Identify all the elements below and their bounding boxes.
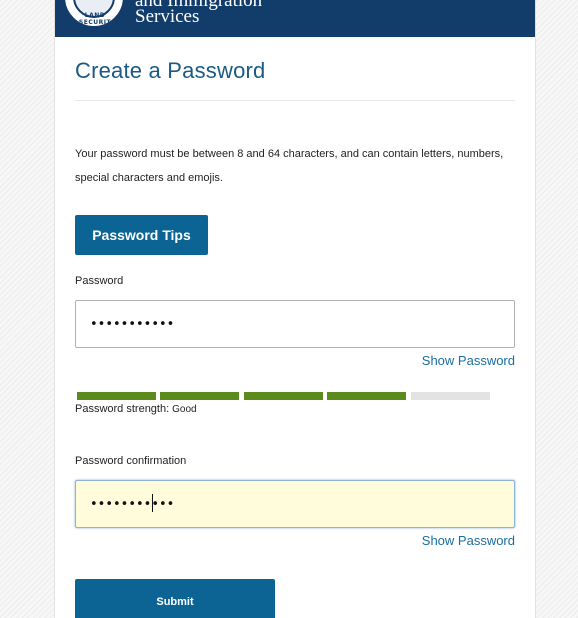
- seal-text: LAND SECURIT: [78, 12, 112, 26]
- strength-segment-2: [160, 392, 239, 400]
- submit-button[interactable]: Submit: [75, 579, 275, 618]
- password-input[interactable]: [75, 300, 515, 348]
- page-title: Create a Password: [75, 58, 266, 83]
- show-password-link[interactable]: Show Password: [422, 353, 515, 368]
- agency-header-banner: LAND SECURIT and Immigration Services: [55, 0, 535, 37]
- dhs-seal-icon: LAND SECURIT: [63, 0, 125, 28]
- password-confirmation-label: Password confirmation: [75, 455, 187, 467]
- password-confirmation-input[interactable]: [75, 480, 515, 528]
- strength-segment-3: [244, 392, 323, 400]
- strength-value: Good: [172, 404, 197, 415]
- password-label: Password: [75, 275, 124, 287]
- title-divider: [75, 100, 515, 101]
- agency-name-line2: Services: [135, 6, 200, 27]
- strength-label-text: Password strength:: [75, 403, 170, 415]
- strength-segment-5: [411, 392, 490, 400]
- password-card: LAND SECURIT and Immigration Services Cr…: [54, 0, 536, 618]
- password-strength-label: Password strength: Good: [75, 403, 197, 415]
- password-tips-button[interactable]: Password Tips: [75, 215, 208, 255]
- text-cursor: [152, 494, 153, 512]
- show-confirmation-password-link[interactable]: Show Password: [422, 533, 515, 548]
- password-strength-meter: [77, 392, 491, 400]
- strength-segment-4: [327, 392, 406, 400]
- password-requirements-text: Your password must be between 8 and 64 c…: [75, 148, 504, 184]
- strength-segment-1: [77, 392, 156, 400]
